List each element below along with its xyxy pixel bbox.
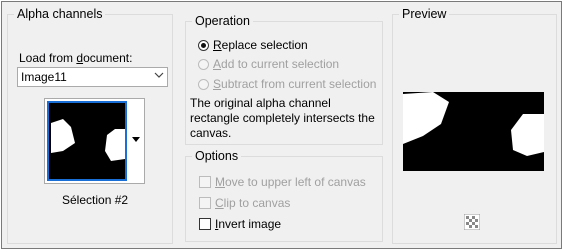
- selection-name: Sélection #2: [62, 193, 129, 207]
- channel-thumbnail[interactable]: [47, 101, 127, 181]
- chevron-down-icon: [154, 70, 164, 83]
- checkbox[interactable]: [199, 197, 211, 209]
- thumbnail-menu-button[interactable]: [129, 101, 143, 181]
- document-select-value: Image11: [21, 70, 67, 84]
- checkerboard-icon[interactable]: [463, 213, 481, 231]
- preview-image: [403, 92, 544, 171]
- load-from-document-label: Load from document:: [19, 51, 133, 65]
- checkbox-invert-image[interactable]: Invert image: [199, 216, 281, 232]
- checkbox[interactable]: [199, 176, 211, 188]
- options-title: Options: [192, 149, 242, 163]
- radio-add-to-selection[interactable]: Add to current selection: [198, 56, 339, 72]
- radio-subtract-from-selection[interactable]: Subtract from current selection: [198, 76, 376, 92]
- alpha-channels-title: Alpha channels: [14, 7, 106, 21]
- radio-button[interactable]: [198, 58, 209, 70]
- checkbox-clip-to-canvas[interactable]: Clip to canvas: [199, 195, 290, 211]
- preview-title: Preview: [399, 7, 450, 21]
- radio-button[interactable]: [198, 78, 209, 90]
- checkbox-move-to-upper-left[interactable]: Move to upper left of canvas: [199, 174, 366, 190]
- radio-replace-selection[interactable]: Replace selection: [198, 37, 308, 53]
- document-select[interactable]: Image11: [17, 67, 168, 87]
- operation-message: The original alpha channel rectangle com…: [190, 96, 375, 140]
- operation-title: Operation: [192, 14, 253, 28]
- triangle-down-icon: [132, 137, 140, 142]
- checkbox[interactable]: [199, 218, 211, 230]
- channel-thumbnail-picker[interactable]: [44, 98, 145, 184]
- radio-button[interactable]: [198, 39, 209, 51]
